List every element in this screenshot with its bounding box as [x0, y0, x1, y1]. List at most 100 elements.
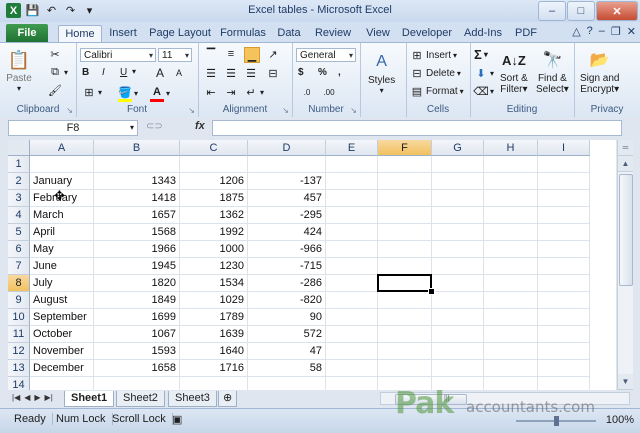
- cell-f2[interactable]: [378, 173, 432, 190]
- cell-e9[interactable]: [326, 292, 378, 309]
- vertical-scroll-thumb[interactable]: [619, 174, 633, 286]
- fill-handle[interactable]: [428, 288, 435, 295]
- cell-c12[interactable]: 1640: [180, 343, 248, 360]
- cell-b9[interactable]: 1849: [94, 292, 180, 309]
- split-handle-icon[interactable]: ═: [618, 140, 633, 156]
- cell-i12[interactable]: [538, 343, 590, 360]
- cell-h10[interactable]: [484, 309, 538, 326]
- cell-g6[interactable]: [432, 241, 484, 258]
- sheet-tab-sheet3[interactable]: Sheet3: [168, 391, 217, 407]
- tab-home[interactable]: Home: [58, 25, 102, 43]
- cell-d3[interactable]: 457: [248, 190, 326, 207]
- cell-f3[interactable]: [378, 190, 432, 207]
- cell-i9[interactable]: [538, 292, 590, 309]
- column-header-a[interactable]: A: [30, 140, 94, 156]
- cell-g5[interactable]: [432, 224, 484, 241]
- row-header-3[interactable]: 3: [8, 190, 30, 207]
- cell-f12[interactable]: [378, 343, 432, 360]
- cell-d11[interactable]: 572: [248, 326, 326, 343]
- cell-a10[interactable]: September: [30, 309, 94, 326]
- cell-i8[interactable]: [538, 275, 590, 292]
- cell-f4[interactable]: [378, 207, 432, 224]
- cell-e3[interactable]: [326, 190, 378, 207]
- cell-a6[interactable]: May: [30, 241, 94, 258]
- tab-insert[interactable]: Insert: [104, 25, 142, 42]
- cell-b7[interactable]: 1945: [94, 258, 180, 275]
- cell-f11[interactable]: [378, 326, 432, 343]
- align-right-button[interactable]: ☰: [244, 66, 258, 80]
- cell-b5[interactable]: 1568: [94, 224, 180, 241]
- cell-g10[interactable]: [432, 309, 484, 326]
- cell-h13[interactable]: [484, 360, 538, 377]
- cell-i4[interactable]: [538, 207, 590, 224]
- cell-a13[interactable]: December: [30, 360, 94, 377]
- cell-a1[interactable]: [30, 156, 94, 173]
- minimize-button[interactable]: –: [538, 1, 566, 21]
- sign-encrypt-button[interactable]: 📂 Sign and Encrypt▾: [580, 47, 619, 95]
- cell-c3[interactable]: 1875: [180, 190, 248, 207]
- cell-d6[interactable]: -966: [248, 241, 326, 258]
- cell-e4[interactable]: [326, 207, 378, 224]
- cell-c14[interactable]: [180, 377, 248, 390]
- decrease-indent-button[interactable]: ⇤: [204, 85, 218, 99]
- cell-b3[interactable]: 1418: [94, 190, 180, 207]
- select-all-button[interactable]: [8, 140, 30, 156]
- clear-button[interactable]: ⌫ ▾: [473, 84, 494, 98]
- cell-i2[interactable]: [538, 173, 590, 190]
- cell-i13[interactable]: [538, 360, 590, 377]
- cell-f5[interactable]: [378, 224, 432, 241]
- align-bottom-button[interactable]: ▁: [244, 47, 260, 63]
- italic-button[interactable]: I: [102, 67, 105, 78]
- delete-cells-button[interactable]: ⊟ Delete ▾: [410, 66, 461, 80]
- dialog-launcher-icon[interactable]: ↘: [350, 106, 357, 115]
- column-header-d[interactable]: D: [248, 140, 326, 156]
- tab-data[interactable]: Data: [272, 25, 306, 42]
- cell-d7[interactable]: -715: [248, 258, 326, 275]
- shrink-font-button[interactable]: A: [176, 68, 182, 78]
- row-header-5[interactable]: 5: [8, 224, 30, 241]
- cell-a7[interactable]: June: [30, 258, 94, 275]
- cell-d13[interactable]: 58: [248, 360, 326, 377]
- cell-h9[interactable]: [484, 292, 538, 309]
- cell-e2[interactable]: [326, 173, 378, 190]
- font-size-combo[interactable]: 11 ▾: [158, 48, 192, 62]
- cell-g1[interactable]: [432, 156, 484, 173]
- cell-d10[interactable]: 90: [248, 309, 326, 326]
- cell-e14[interactable]: [326, 377, 378, 390]
- cell-h11[interactable]: [484, 326, 538, 343]
- bold-button[interactable]: B: [82, 67, 89, 78]
- row-header-6[interactable]: 6: [8, 241, 30, 258]
- decrease-decimal-button[interactable]: .00: [322, 85, 336, 99]
- merge-center-button[interactable]: ⊟: [266, 66, 280, 80]
- cell-b6[interactable]: 1966: [94, 241, 180, 258]
- dialog-launcher-icon[interactable]: ↘: [188, 106, 195, 115]
- column-header-b[interactable]: B: [94, 140, 180, 156]
- cell-c4[interactable]: 1362: [180, 207, 248, 224]
- row-header-1[interactable]: 1: [8, 156, 30, 173]
- cell-i3[interactable]: [538, 190, 590, 207]
- font-name-combo[interactable]: Calibri ▾: [80, 48, 156, 62]
- cell-c9[interactable]: 1029: [180, 292, 248, 309]
- increase-decimal-button[interactable]: .0: [300, 85, 314, 99]
- zoom-slider[interactable]: [516, 416, 596, 426]
- sort-filter-button[interactable]: A↓Z Sort & Filter▾: [500, 47, 528, 96]
- workbook-minimize-icon[interactable]: –: [599, 25, 605, 38]
- zoom-level[interactable]: 100%: [606, 414, 634, 426]
- fill-color-button[interactable]: 🪣 ▾: [118, 85, 138, 102]
- workbook-close-icon[interactable]: ✕: [627, 25, 636, 38]
- help-icon[interactable]: ?: [587, 25, 593, 38]
- format-painter-button[interactable]: 🖌: [48, 83, 62, 97]
- cell-c5[interactable]: 1992: [180, 224, 248, 241]
- cell-h12[interactable]: [484, 343, 538, 360]
- cell-b14[interactable]: [94, 377, 180, 390]
- sheet-tab-sheet1[interactable]: Sheet1: [64, 391, 115, 407]
- insert-function-button[interactable]: fx: [195, 120, 205, 132]
- format-cells-button[interactable]: ▤ Format ▾: [410, 84, 464, 98]
- formula-input[interactable]: [212, 120, 622, 136]
- row-header-8[interactable]: 8: [8, 275, 30, 292]
- percent-button[interactable]: %: [318, 67, 327, 78]
- name-box[interactable]: F8 ▾: [8, 120, 138, 136]
- cell-b11[interactable]: 1067: [94, 326, 180, 343]
- cell-c13[interactable]: 1716: [180, 360, 248, 377]
- row-header-2[interactable]: 2: [8, 173, 30, 190]
